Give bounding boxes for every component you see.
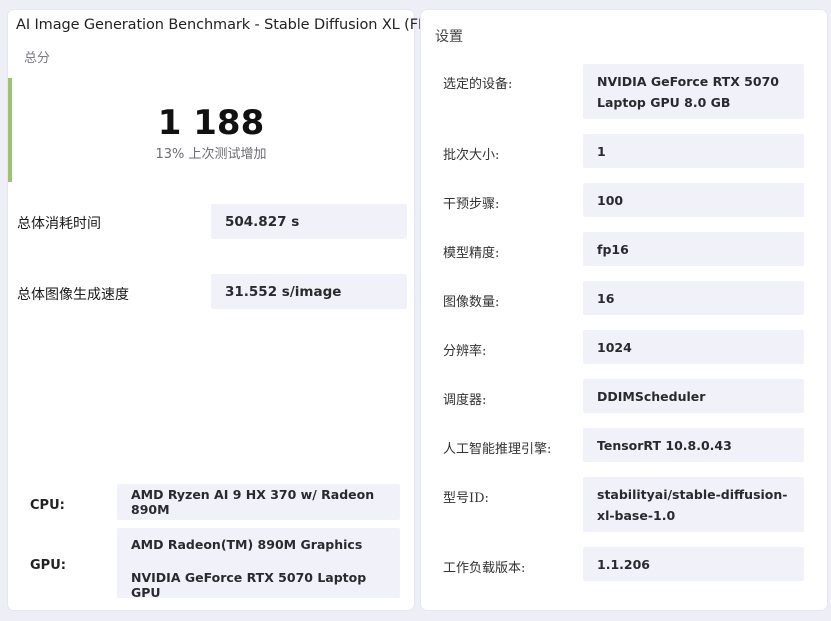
score-label: 总分 (24, 51, 51, 66)
total-time-label: 总体消耗时间 (17, 216, 101, 232)
setting-value-resolution: 1024 (583, 330, 804, 364)
setting-label-steps: 干预步骤: (443, 197, 500, 212)
setting-label-device: 选定的设备: (443, 77, 513, 92)
setting-value-engine: TensorRT 10.8.0.43 (583, 428, 804, 462)
setting-value-device: NVIDIA GeForce RTX 5070 Laptop GPU 8.0 G… (583, 64, 804, 119)
total-time-value: 504.827 s (211, 204, 407, 239)
benchmark-title: AI Image Generation Benchmark - Stable D… (16, 17, 451, 33)
setting-value-model-id: stabilityai/stable-diffusion-xl-base-1.0 (583, 477, 804, 532)
setting-value-steps: 100 (583, 183, 804, 217)
results-panel: AI Image Generation Benchmark - Stable D… (8, 10, 451, 610)
score-delta: 13% 上次测试增加 (155, 147, 267, 162)
gpu-value-2: NVIDIA GeForce RTX 5070 Laptop GPU (131, 570, 367, 600)
setting-label-precision: 模型精度: (443, 246, 500, 261)
speed-value: 31.552 s/image (211, 274, 407, 309)
setting-label-scheduler: 调度器: (443, 393, 487, 408)
gpu-label: GPU: (30, 558, 66, 573)
setting-label-engine: 人工智能推理引擎: (443, 442, 552, 457)
score-value: 1 188 (157, 103, 265, 143)
setting-label-resolution: 分辨率: (443, 344, 487, 359)
settings-panel: 设置 选定的设备: NVIDIA GeForce RTX 5070 Laptop… (421, 10, 827, 610)
setting-value-scheduler: DDIMScheduler (583, 379, 804, 413)
setting-label-batch: 批次大小: (443, 148, 500, 163)
setting-label-model-id: 型号ID: (443, 491, 489, 506)
setting-value-image-count: 16 (583, 281, 804, 315)
setting-label-workload-version: 工作负载版本: (443, 561, 526, 576)
gpu-value-box: AMD Radeon(TM) 890M Graphics NVIDIA GeFo… (117, 528, 400, 600)
cpu-value: AMD Ryzen AI 9 HX 370 w/ Radeon 890M (117, 484, 400, 520)
speed-label: 总体图像生成速度 (17, 287, 129, 303)
setting-value-batch: 1 (583, 134, 804, 168)
setting-value-workload-version: 1.1.206 (583, 547, 804, 581)
gpu-value-1: AMD Radeon(TM) 890M Graphics (131, 537, 363, 552)
setting-label-image-count: 图像数量: (443, 295, 500, 310)
setting-value-precision: fp16 (583, 232, 804, 266)
cpu-label: CPU: (30, 498, 65, 513)
settings-title: 设置 (435, 29, 463, 45)
